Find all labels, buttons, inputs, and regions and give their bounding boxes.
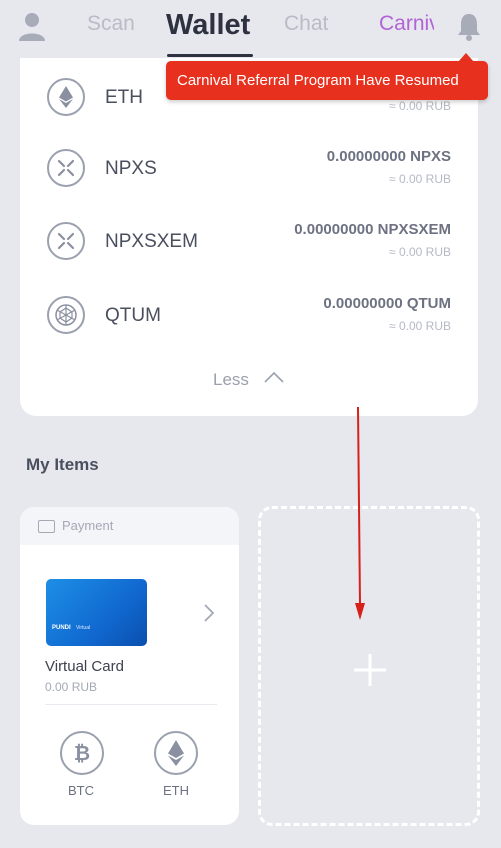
coin-fiat-value: ≈ 0.00 RUB xyxy=(389,172,451,186)
coin-name: NPXS xyxy=(105,158,157,179)
coin-name: QTUM xyxy=(105,305,161,326)
bell-icon[interactable] xyxy=(456,12,482,42)
mini-coin-label-eth: ETH xyxy=(163,783,189,798)
coin-fiat-value: ≈ 0.00 RUB xyxy=(389,99,451,113)
mini-coin-label-btc: BTC xyxy=(68,783,94,798)
less-toggle[interactable]: Less xyxy=(213,370,249,390)
tab-scan[interactable]: Scan xyxy=(87,12,135,36)
coin-row-npxsxem[interactable]: NPXSXEM 0.00000000 NPXSXEM ≈ 0.00 RUB xyxy=(20,221,478,282)
bitcoin-icon[interactable]: ₿ xyxy=(60,731,104,775)
tab-chat[interactable]: Chat xyxy=(284,12,328,36)
plus-icon xyxy=(354,654,386,686)
ethereum-icon[interactable] xyxy=(154,731,198,775)
profile-icon[interactable] xyxy=(18,12,46,42)
virtual-card-balance: 0.00 RUB xyxy=(45,680,98,694)
virtual-card-name: Virtual Card xyxy=(45,658,124,675)
notification-text: Carnival Referral Program Have Resumed xyxy=(177,72,459,89)
coin-row-qtum[interactable]: QTUM 0.00000000 QTUM ≈ 0.00 RUB xyxy=(20,295,478,356)
coin-name: ETH xyxy=(105,87,143,108)
top-navigation: Scan Wallet Chat Carnival xyxy=(0,0,501,60)
payment-icon xyxy=(38,520,55,533)
payment-category-label: Payment xyxy=(62,518,114,533)
ethereum-icon xyxy=(47,78,85,116)
active-tab-indicator xyxy=(167,54,253,57)
coin-name: NPXSXEM xyxy=(105,231,198,252)
chevron-up-icon[interactable] xyxy=(263,370,285,384)
notification-tooltip[interactable]: Carnival Referral Program Have Resumed xyxy=(166,61,488,100)
coin-fiat-value: ≈ 0.00 RUB xyxy=(389,319,451,333)
npxsxem-icon xyxy=(47,222,85,260)
coin-list-card: ETH ≈ 0.00 RUB NPXS 0.00000000 NPXS ≈ 0.… xyxy=(20,58,478,416)
divider xyxy=(45,704,217,705)
tab-wallet[interactable]: Wallet xyxy=(166,9,250,42)
item-card-header: Payment xyxy=(20,507,239,545)
section-title-my-items: My Items xyxy=(26,455,99,474)
coin-row-npxs[interactable]: NPXS 0.00000000 NPXS ≈ 0.00 RUB xyxy=(20,148,478,209)
coin-amount: 0.00000000 NPXS xyxy=(326,148,451,165)
payment-item-card[interactable]: Payment PUNDI Virtual Virtual Card 0.00 … xyxy=(20,507,239,825)
card-subtitle: Virtual xyxy=(76,625,91,631)
tab-carnival[interactable]: Carnival xyxy=(379,12,434,36)
chevron-right-icon[interactable] xyxy=(203,603,215,623)
qtum-icon xyxy=(47,296,85,334)
svg-text:₿: ₿ xyxy=(74,743,90,765)
card-brand: PUNDI xyxy=(52,625,71,631)
annotation-arrow xyxy=(355,406,365,620)
npxs-icon xyxy=(47,149,85,187)
virtual-card-image[interactable]: PUNDI Virtual xyxy=(46,579,147,646)
coin-fiat-value: ≈ 0.00 RUB xyxy=(389,245,451,259)
coin-amount: 0.00000000 QTUM xyxy=(323,295,451,312)
coin-amount: 0.00000000 NPXSXEM xyxy=(294,221,451,238)
